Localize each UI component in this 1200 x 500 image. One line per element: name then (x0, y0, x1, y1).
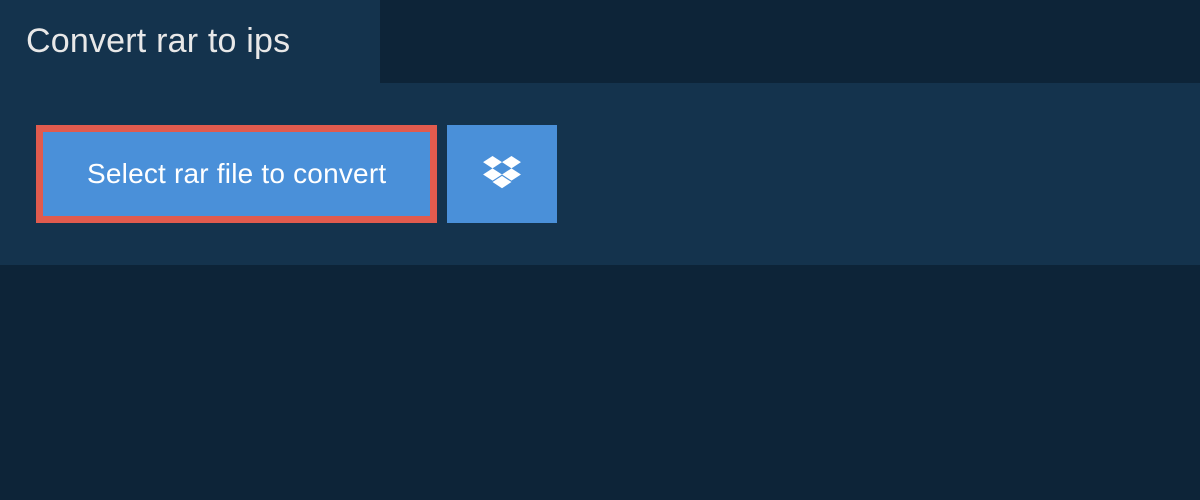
select-file-label: Select rar file to convert (87, 158, 386, 190)
tab-header: Convert rar to ips (0, 0, 380, 83)
tab-title: Convert rar to ips (26, 22, 348, 61)
dropbox-button[interactable] (447, 125, 557, 223)
main-panel: Select rar file to convert (0, 83, 1200, 265)
button-row: Select rar file to convert (36, 125, 1164, 223)
page-container: Convert rar to ips Select rar file to co… (0, 0, 1200, 500)
dropbox-icon (483, 156, 521, 192)
select-file-button[interactable]: Select rar file to convert (36, 125, 437, 223)
